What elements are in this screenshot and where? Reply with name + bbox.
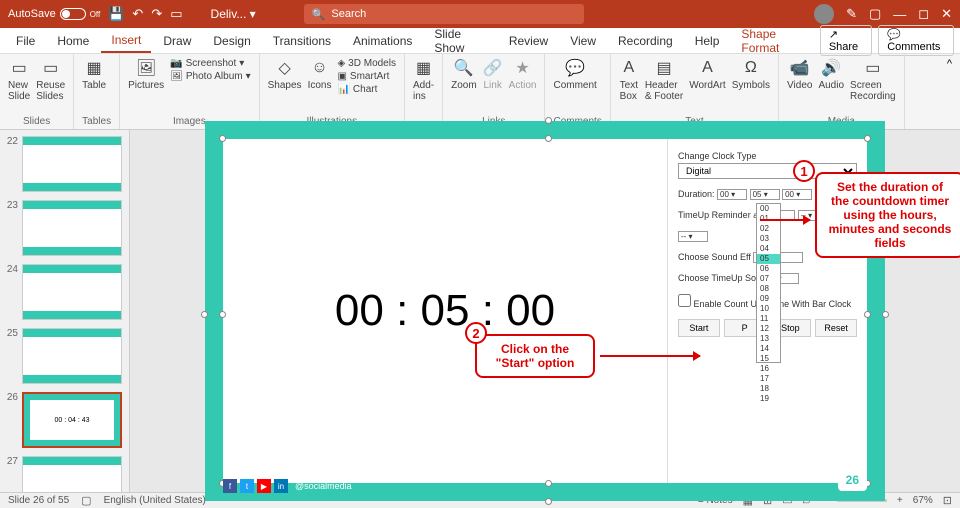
workspace: 22 23 24 25 2600 : 04 : 43 27 00 : 05 : … xyxy=(0,130,960,492)
user-avatar[interactable] xyxy=(814,4,834,24)
language-status[interactable]: English (United States) xyxy=(104,495,206,506)
slide-number-badge: 26 xyxy=(838,469,867,491)
callout-2: Click on the "Start" option xyxy=(475,334,595,378)
comments-button[interactable]: 💬 Comments xyxy=(878,25,954,56)
comment-button[interactable]: 💬Comment xyxy=(553,58,596,91)
minimize-icon[interactable]: — xyxy=(893,7,906,22)
social-handle: @socialmedia xyxy=(295,481,352,491)
thumb-25[interactable]: 25 xyxy=(4,328,125,384)
zoom-in-button[interactable]: + xyxy=(897,495,903,506)
reset-button[interactable]: Reset xyxy=(815,319,857,337)
minutes-dropdown[interactable]: 0001020304050607080910111213141516171819 xyxy=(756,203,781,363)
photo-album-button[interactable]: 🖼 Photo Album ▾ xyxy=(170,71,250,82)
new-slide-button[interactable]: ▭New Slide xyxy=(8,58,30,102)
facebook-icon: f xyxy=(223,479,237,493)
screen-recording-button[interactable]: ▭Screen Recording xyxy=(850,58,896,102)
ribbon-tabs: File Home Insert Draw Design Transitions… xyxy=(0,28,960,54)
table-button[interactable]: ▦Table xyxy=(82,58,106,91)
twitter-icon: t xyxy=(240,479,254,493)
quick-access-toolbar: 💾 ↶ ↷ ▭ xyxy=(108,6,182,22)
tab-draw[interactable]: Draw xyxy=(153,30,201,52)
search-box[interactable]: 🔍 xyxy=(304,4,584,24)
smartart-button[interactable]: ▣ SmartArt xyxy=(337,71,396,82)
autosave-toggle[interactable]: AutoSave Off xyxy=(8,8,100,20)
callout-1: Set the duration of the countdown timer … xyxy=(815,172,960,258)
collapse-ribbon-icon[interactable]: ^ xyxy=(939,54,960,74)
timeup-select-3[interactable]: -- ▾ xyxy=(678,231,708,242)
callout-2-arrow xyxy=(600,355,700,357)
callout-1-marker: 1 xyxy=(793,160,815,182)
start-button[interactable]: Start xyxy=(678,319,720,337)
fit-window-icon[interactable]: ⊡ xyxy=(943,494,952,507)
tab-home[interactable]: Home xyxy=(47,30,99,52)
search-icon: 🔍 xyxy=(312,8,326,21)
zoom-level[interactable]: 67% xyxy=(913,495,933,506)
tab-help[interactable]: Help xyxy=(685,30,730,52)
reuse-slides-button[interactable]: ▭Reuse Slides xyxy=(36,58,65,102)
ribbon-display-icon[interactable]: ✎ xyxy=(846,6,857,22)
shapes-button[interactable]: ◇Shapes xyxy=(268,58,302,95)
social-bar: f t ▶ in @socialmedia xyxy=(223,479,352,493)
action-button[interactable]: ★Action xyxy=(509,58,537,91)
callout-2-marker: 2 xyxy=(465,322,487,344)
tab-design[interactable]: Design xyxy=(203,30,260,52)
tab-review[interactable]: Review xyxy=(499,30,558,52)
maximize-icon[interactable]: ◻ xyxy=(918,6,929,22)
tab-insert[interactable]: Insert xyxy=(101,29,151,53)
tab-animations[interactable]: Animations xyxy=(343,30,422,52)
tab-transitions[interactable]: Transitions xyxy=(263,30,341,52)
document-title[interactable]: Deliv... ▾ xyxy=(211,7,256,21)
slide-counter[interactable]: Slide 26 of 55 xyxy=(8,495,69,506)
text-box-button[interactable]: AText Box xyxy=(619,58,639,102)
screenshot-button[interactable]: 📷 Screenshot ▾ xyxy=(170,58,250,69)
callout-1-arrow xyxy=(760,219,810,221)
duration-hours-select[interactable]: 00 ▾ xyxy=(717,189,747,200)
thumb-27[interactable]: 27 xyxy=(4,456,125,492)
slide-canvas[interactable]: 00 : 05 : 00 Change Clock Type Digital D… xyxy=(130,130,960,492)
wordart-button[interactable]: AWordArt xyxy=(689,58,726,102)
addins-button[interactable]: ▦Add- ins xyxy=(413,58,434,102)
close-icon[interactable]: ✕ xyxy=(941,6,952,22)
zoom-button[interactable]: 🔍Zoom xyxy=(451,58,477,91)
link-button[interactable]: 🔗Link xyxy=(483,58,503,91)
thumb-26[interactable]: 2600 : 04 : 43 xyxy=(4,392,125,448)
countdown-display: 00 : 05 : 00 xyxy=(223,139,667,483)
pictures-button[interactable]: 🖼Pictures xyxy=(128,58,164,91)
redo-icon[interactable]: ↷ xyxy=(151,6,162,22)
tab-file[interactable]: File xyxy=(6,30,45,52)
thumb-22[interactable]: 22 xyxy=(4,136,125,192)
video-button[interactable]: 📹Video xyxy=(787,58,812,102)
icons-button[interactable]: ☺Icons xyxy=(308,58,332,95)
header-footer-button[interactable]: ▤Header & Footer xyxy=(645,58,683,102)
tab-recording[interactable]: Recording xyxy=(608,30,683,52)
countup-checkbox[interactable] xyxy=(678,294,691,307)
share-button[interactable]: ↗ Share xyxy=(820,25,872,56)
save-icon[interactable]: 💾 xyxy=(108,6,124,22)
window-icon[interactable]: ▢ xyxy=(869,6,881,22)
duration-minutes-select[interactable]: 05 ▾ xyxy=(750,189,780,200)
tab-view[interactable]: View xyxy=(560,30,606,52)
undo-icon[interactable]: ↶ xyxy=(132,6,143,22)
slide-thumbnails[interactable]: 22 23 24 25 2600 : 04 : 43 27 xyxy=(0,130,130,492)
duration-seconds-select[interactable]: 00 ▾ xyxy=(782,189,812,200)
accessibility-icon[interactable]: ▢ xyxy=(81,494,91,507)
slide: 00 : 05 : 00 Change Clock Type Digital D… xyxy=(205,121,885,501)
3d-models-button[interactable]: ◈ 3D Models xyxy=(337,58,396,69)
linkedin-icon: in xyxy=(274,479,288,493)
thumb-24[interactable]: 24 xyxy=(4,264,125,320)
search-input[interactable] xyxy=(331,8,575,20)
audio-button[interactable]: 🔊Audio xyxy=(818,58,844,102)
youtube-icon: ▶ xyxy=(257,479,271,493)
slideshow-icon[interactable]: ▭ xyxy=(170,6,182,22)
symbols-button[interactable]: ΩSymbols xyxy=(732,58,770,102)
ribbon: ▭New Slide ▭Reuse Slides Slides ▦Table T… xyxy=(0,54,960,130)
thumb-23[interactable]: 23 xyxy=(4,200,125,256)
chart-button[interactable]: 📊 Chart xyxy=(337,84,396,95)
